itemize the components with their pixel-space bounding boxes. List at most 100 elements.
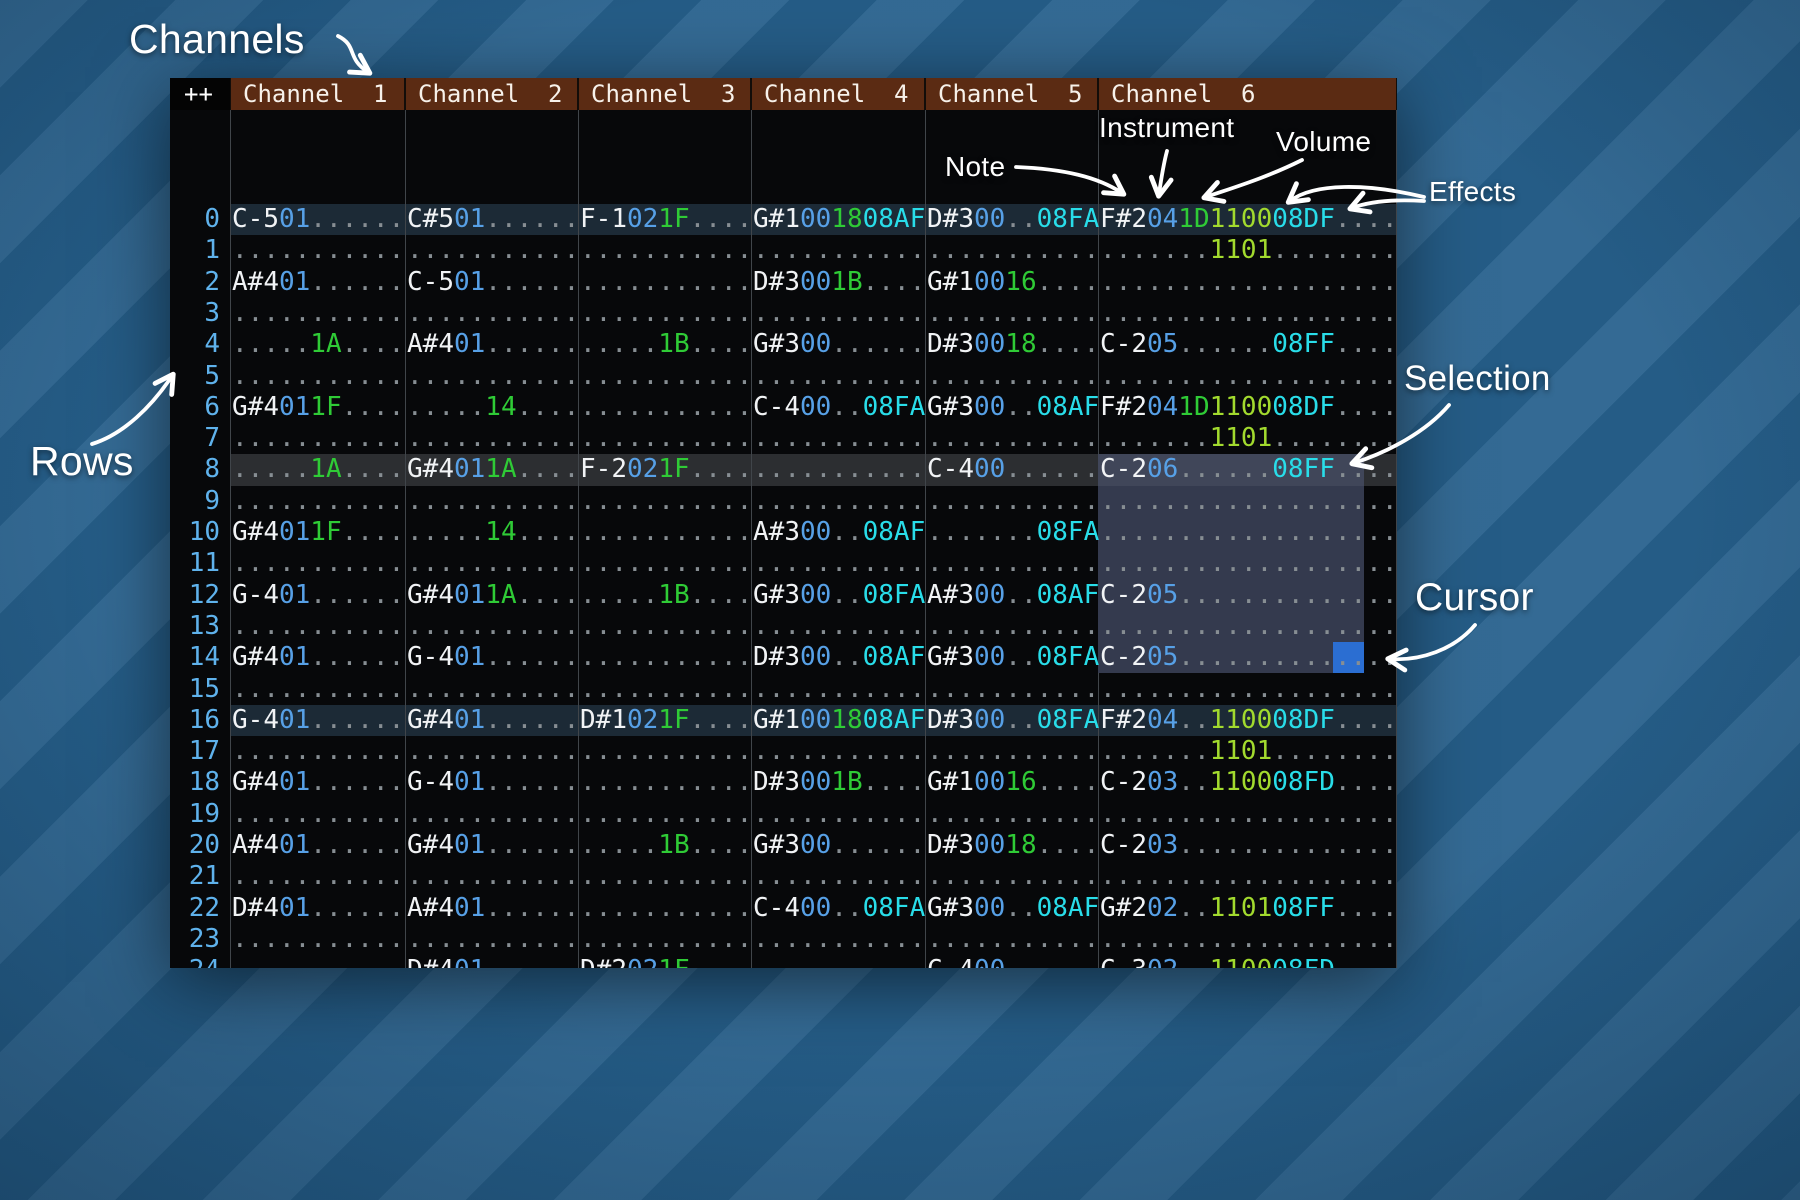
pattern-cell[interactable]: ................... [1100,517,1397,549]
pattern-cell[interactable]: C-205......08FF.... [1100,329,1397,361]
pattern-cell[interactable]: ........... [927,235,1099,267]
pattern-cell[interactable]: ........... [407,799,579,831]
pattern-cell[interactable]: .....1B.... [580,329,752,361]
pattern-cell[interactable]: ........... [580,517,752,549]
pattern-cell[interactable]: ........... [753,955,925,968]
pattern-cell[interactable]: ........... [580,736,752,768]
pattern-cell[interactable]: ........... [927,799,1099,831]
channel-header-6[interactable]: Channel 6 [1099,78,1396,110]
pattern-cell[interactable]: ........... [753,924,925,956]
pattern-cell[interactable]: A#300..08AF [753,517,925,549]
pattern-cell[interactable]: ........... [580,392,752,424]
pattern-cell[interactable]: ........... [407,298,579,330]
pattern-cell[interactable]: ........... [753,611,925,643]
pattern-cell[interactable]: C-302..110008FD.... [1100,955,1397,968]
pattern-cell[interactable]: ........... [927,486,1099,518]
pattern-cell[interactable]: G-401...... [407,767,579,799]
pattern-cell[interactable]: ........... [407,861,579,893]
pattern-cell[interactable]: G#4011A.... [407,454,579,486]
pattern-cell[interactable]: D#300..08FA [927,204,1099,236]
pattern-cell[interactable]: ........... [407,486,579,518]
pattern-cell[interactable]: G-401...... [232,580,404,612]
pattern-cell[interactable]: D#3001B.... [753,767,925,799]
pattern-cell[interactable]: ........... [580,861,752,893]
pattern-cell[interactable]: .....1A.... [232,329,404,361]
pattern-cell[interactable]: ........... [407,924,579,956]
pattern-cell[interactable]: ........... [927,674,1099,706]
pattern-cell[interactable]: ................... [1100,361,1397,393]
pattern-cell[interactable]: ................... [1100,799,1397,831]
pattern-cell[interactable]: ................... [1100,267,1397,299]
pattern-cell[interactable]: ........... [927,298,1099,330]
pattern-cell[interactable]: ........... [232,799,404,831]
pattern-cell[interactable]: ........... [580,235,752,267]
pattern-cell[interactable]: ........... [753,674,925,706]
pattern-cell[interactable]: ........... [407,736,579,768]
pattern-cell[interactable]: A#401...... [407,893,579,925]
pattern-cell[interactable]: ........... [580,924,752,956]
pattern-cell[interactable]: .....1B.... [580,580,752,612]
pattern-cell[interactable]: ........... [927,361,1099,393]
pattern-cell[interactable]: ........... [753,298,925,330]
pattern-cell[interactable]: F#204..110008DF.... [1100,705,1397,737]
pattern-cell[interactable]: .....1A.... [232,454,404,486]
pattern-cell[interactable]: C-203.............. [1100,830,1397,862]
pattern-cell[interactable]: ........... [753,423,925,455]
pattern-cell[interactable]: G#4011F.... [232,517,404,549]
channel-header-3[interactable]: Channel 3 [579,78,750,110]
pattern-cell[interactable]: C-400..08FA [753,392,925,424]
pattern-cell[interactable]: D#3001B.... [753,267,925,299]
pattern-cell[interactable]: D#2021F.... [580,955,752,968]
pattern-cell[interactable]: C-400..08FA [753,893,925,925]
pattern-cell[interactable]: C-205.............. [1100,642,1397,674]
pattern-cell[interactable]: ........... [927,861,1099,893]
pattern-cell[interactable]: ........... [580,893,752,925]
pattern-cell[interactable]: G#300..08FA [927,642,1099,674]
pattern-cell[interactable]: G#10016.... [927,267,1099,299]
pattern-cell[interactable]: ........... [232,861,404,893]
pattern-cell[interactable]: C-206......08FF.... [1100,454,1397,486]
pattern-cell[interactable]: ........... [407,423,579,455]
pattern-cell[interactable]: C#501...... [407,204,579,236]
pattern-cell[interactable]: C-501...... [232,204,404,236]
pattern-cell[interactable]: F-2021F.... [580,454,752,486]
pattern-cell[interactable]: G#4011A.... [407,580,579,612]
pattern-cell[interactable]: D#401...... [407,955,579,968]
pattern-cell[interactable]: G#4011F.... [232,392,404,424]
pattern-cell[interactable]: ........... [927,611,1099,643]
pattern-cell[interactable]: ................... [1100,611,1397,643]
pattern-cell[interactable]: ........... [580,486,752,518]
channel-header-2[interactable]: Channel 2 [406,78,577,110]
pattern-cell[interactable]: G#10016.... [927,767,1099,799]
pattern-cell[interactable]: ........... [407,361,579,393]
pattern-cell[interactable]: ........... [580,548,752,580]
pattern-cell[interactable]: F#2041D110008DF.... [1100,392,1397,424]
pattern-cell[interactable]: ........... [232,611,404,643]
pattern-cell[interactable]: A#401...... [407,329,579,361]
pattern-cell[interactable]: ........... [232,423,404,455]
pattern-cell[interactable]: ........... [407,674,579,706]
pattern-cell[interactable]: ................... [1100,861,1397,893]
pattern-cell[interactable]: ........... [232,924,404,956]
pattern-cell[interactable]: ........... [753,486,925,518]
pattern-cell[interactable]: D#300..08AF [753,642,925,674]
pattern-cell[interactable]: ........... [753,861,925,893]
pattern-grid[interactable]: 0C-501......C#501......F-1021F....G#1001… [170,110,1397,968]
pattern-cell[interactable]: ........... [753,799,925,831]
pattern-cell[interactable]: G#401...... [407,705,579,737]
pattern-cell[interactable]: ................... [1100,548,1397,580]
pattern-cell[interactable]: ................... [1100,674,1397,706]
pattern-cell[interactable]: C-400...... [927,454,1099,486]
pattern-cell[interactable]: ........... [232,548,404,580]
pattern-cell[interactable]: .....1B.... [580,830,752,862]
pattern-cell[interactable]: ........... [927,548,1099,580]
pattern-cell[interactable]: G#300..08FA [753,580,925,612]
pattern-cell[interactable]: ........... [927,423,1099,455]
pattern-cell[interactable]: ........... [232,235,404,267]
channel-header-4[interactable]: Channel 4 [752,78,924,110]
pattern-cell[interactable]: G#300..08AF [927,893,1099,925]
pattern-cell[interactable]: ........... [580,611,752,643]
pattern-cell[interactable]: ........... [580,642,752,674]
pattern-cell[interactable]: D#1021F.... [580,705,752,737]
pattern-cell[interactable]: .......08FA [927,517,1099,549]
